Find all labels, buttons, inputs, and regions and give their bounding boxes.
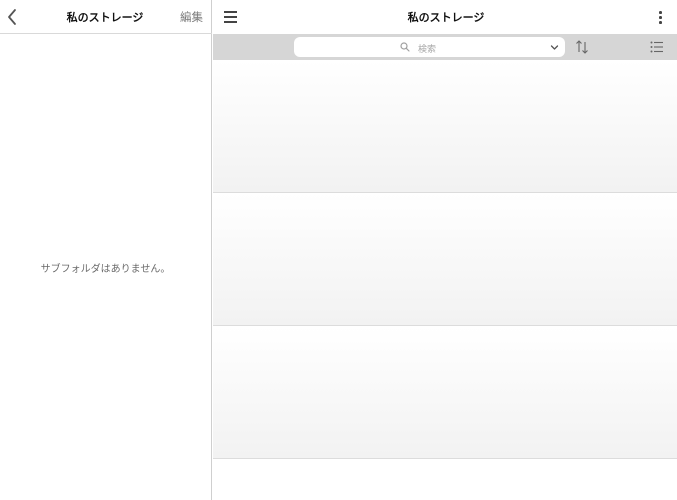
list-item[interactable] bbox=[213, 60, 677, 193]
edit-button[interactable]: 編集 bbox=[180, 9, 203, 25]
more-vertical-icon bbox=[659, 16, 662, 19]
folder-panel-header: 私のストレージ 編集 bbox=[0, 0, 212, 34]
list-item[interactable] bbox=[213, 193, 677, 326]
more-vertical-icon bbox=[659, 11, 662, 14]
file-list bbox=[213, 60, 677, 500]
list-item[interactable] bbox=[213, 326, 677, 459]
sort-arrows-icon[interactable] bbox=[574, 39, 590, 55]
search-placeholder: 検索 bbox=[418, 45, 437, 55]
more-vertical-icon bbox=[659, 21, 662, 24]
folder-panel: 私のストレージ 編集 サブフォルダはありません。 bbox=[0, 0, 212, 500]
search-input[interactable]: 検索 bbox=[294, 37, 565, 57]
app-window: 私のストレージ 編集 サブフォルダはありません。 私のストレージ 検索 bbox=[0, 0, 677, 500]
more-options-button[interactable] bbox=[659, 11, 663, 25]
menu-button[interactable] bbox=[224, 10, 238, 24]
chevron-left-icon bbox=[8, 9, 16, 25]
folder-panel-title: 私のストレージ bbox=[66, 11, 144, 24]
chevron-down-icon[interactable] bbox=[550, 43, 559, 52]
search-toolbar: 検索 bbox=[213, 34, 677, 60]
hamburger-menu-icon bbox=[224, 11, 237, 13]
back-button[interactable] bbox=[2, 5, 22, 29]
hamburger-menu-icon bbox=[224, 16, 237, 18]
file-list-header: 私のストレージ bbox=[213, 0, 677, 34]
file-list-panel: 私のストレージ 検索 bbox=[213, 0, 677, 500]
search-icon bbox=[400, 42, 410, 52]
hamburger-menu-icon bbox=[224, 21, 237, 23]
empty-subfolder-message: サブフォルダはありません。 bbox=[40, 264, 171, 275]
page-title: 私のストレージ bbox=[407, 11, 485, 24]
list-view-icon[interactable] bbox=[650, 40, 664, 54]
